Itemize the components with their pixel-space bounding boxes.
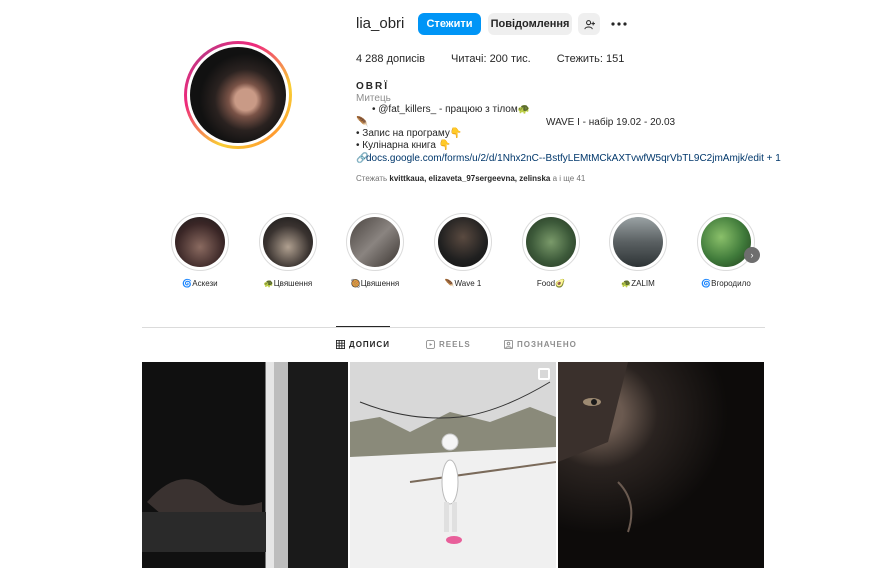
post-thumbnail[interactable]	[558, 362, 764, 568]
highlight-item[interactable]: 🥘Цвяшення	[335, 213, 415, 288]
profile-category: Митець	[356, 93, 391, 104]
grid-icon	[336, 340, 345, 349]
followers-count[interactable]: Читачі: 200 тис.	[451, 53, 531, 65]
followed-by-prefix: Стежать	[356, 174, 390, 183]
highlight-ring	[609, 213, 667, 271]
highlight-ring	[171, 213, 229, 271]
profile-stats: 4 288 дописів Читачі: 200 тис. Стежить: …	[356, 53, 650, 65]
post-image	[142, 362, 288, 568]
carousel-icon	[538, 368, 550, 380]
follow-button[interactable]: Стежити	[418, 13, 481, 35]
highlight-item[interactable]: Food🥑	[511, 213, 591, 288]
suggest-people-button[interactable]	[578, 13, 600, 35]
following-count[interactable]: Стежить: 151	[557, 53, 625, 65]
highlights-next-button[interactable]: ›	[744, 247, 760, 263]
highlight-cover	[175, 217, 225, 267]
highlight-label: 🌀Вгородило	[701, 279, 751, 288]
more-horizontal-icon	[611, 22, 627, 26]
highlight-label: 🌀Аскези	[182, 279, 218, 288]
avatar-frame	[187, 44, 289, 146]
bio-line-4: • Кулінарна книга 👇	[356, 140, 452, 151]
tab-reels[interactable]: REELS	[426, 340, 471, 349]
highlight-ring	[697, 213, 755, 271]
bio-link[interactable]: 🔗docs.google.com/forms/u/2/d/1Nhx2nC--Bs…	[356, 153, 781, 164]
post-thumbnail[interactable]	[142, 362, 348, 568]
highlight-item[interactable]: 🐢ZALIM	[598, 213, 678, 288]
tabs-divider	[142, 327, 765, 328]
posts-count: 4 288 дописів	[356, 53, 426, 65]
highlight-ring	[434, 213, 492, 271]
post-thumbnail[interactable]	[350, 362, 556, 568]
add-person-icon	[583, 19, 595, 29]
highlight-item[interactable]: 🐢Цвяшення	[248, 213, 328, 288]
highlight-cover	[350, 217, 400, 267]
highlight-cover	[263, 217, 313, 267]
chevron-right-icon: ›	[750, 250, 754, 260]
message-button[interactable]: Повідомлення	[488, 13, 572, 35]
highlight-ring	[346, 213, 404, 271]
highlight-cover	[526, 217, 576, 267]
highlight-label: 🪶Wave 1	[444, 279, 482, 288]
highlight-label: 🐢ZALIM	[621, 279, 655, 288]
post-image	[558, 362, 633, 533]
link-icon: 🔗	[356, 153, 369, 164]
highlight-item[interactable]: 🪶Wave 1	[423, 213, 503, 288]
highlight-cover	[701, 217, 751, 267]
more-options-button[interactable]	[609, 13, 629, 35]
avatar-image	[190, 47, 286, 143]
post-image	[350, 362, 556, 568]
tab-posts-label: ДОПИСИ	[349, 340, 390, 349]
tab-posts[interactable]: ДОПИСИ	[336, 340, 390, 349]
bio-line-3: • Запис на програму👇	[356, 128, 463, 139]
reels-icon	[426, 340, 435, 349]
highlight-label: 🥘Цвяшення	[350, 279, 400, 288]
profile-username: lia_obri	[356, 15, 405, 32]
highlight-ring	[259, 213, 317, 271]
highlight-label: 🐢Цвяшення	[263, 279, 313, 288]
followed-by-suffix: а і ще 41	[550, 174, 586, 183]
highlight-cover	[613, 217, 663, 267]
tab-tagged[interactable]: ПОЗНАЧЕНО	[504, 340, 577, 349]
bio-link-text[interactable]: docs.google.com/forms/u/2/d/1Nhx2nC--Bst…	[366, 153, 781, 164]
active-tab-indicator	[336, 326, 390, 327]
followed-by-names[interactable]: kvittkaua, elizaveta_97sergeevna, zelins…	[389, 174, 550, 183]
highlight-item[interactable]: 🌀Аскези	[160, 213, 240, 288]
highlight-cover	[438, 217, 488, 267]
tab-tagged-label: ПОЗНАЧЕНО	[517, 340, 577, 349]
highlight-ring	[522, 213, 580, 271]
followed-by[interactable]: Стежать kvittkaua, elizaveta_97sergeevna…	[356, 174, 585, 183]
bio-line-2-text: WAVE I - набір 19.02 - 20.03	[546, 117, 676, 128]
profile-avatar[interactable]	[184, 41, 292, 149]
profile-full-name: OBRÏ	[356, 81, 389, 92]
tab-reels-label: REELS	[439, 340, 471, 349]
highlight-label: Food🥑	[536, 279, 566, 288]
bio-line-2-emoji: 🪶	[356, 117, 369, 128]
tagged-icon	[504, 340, 513, 349]
bio-line-1: • @fat_killers_ - працюю з тілом🐢	[372, 104, 531, 115]
